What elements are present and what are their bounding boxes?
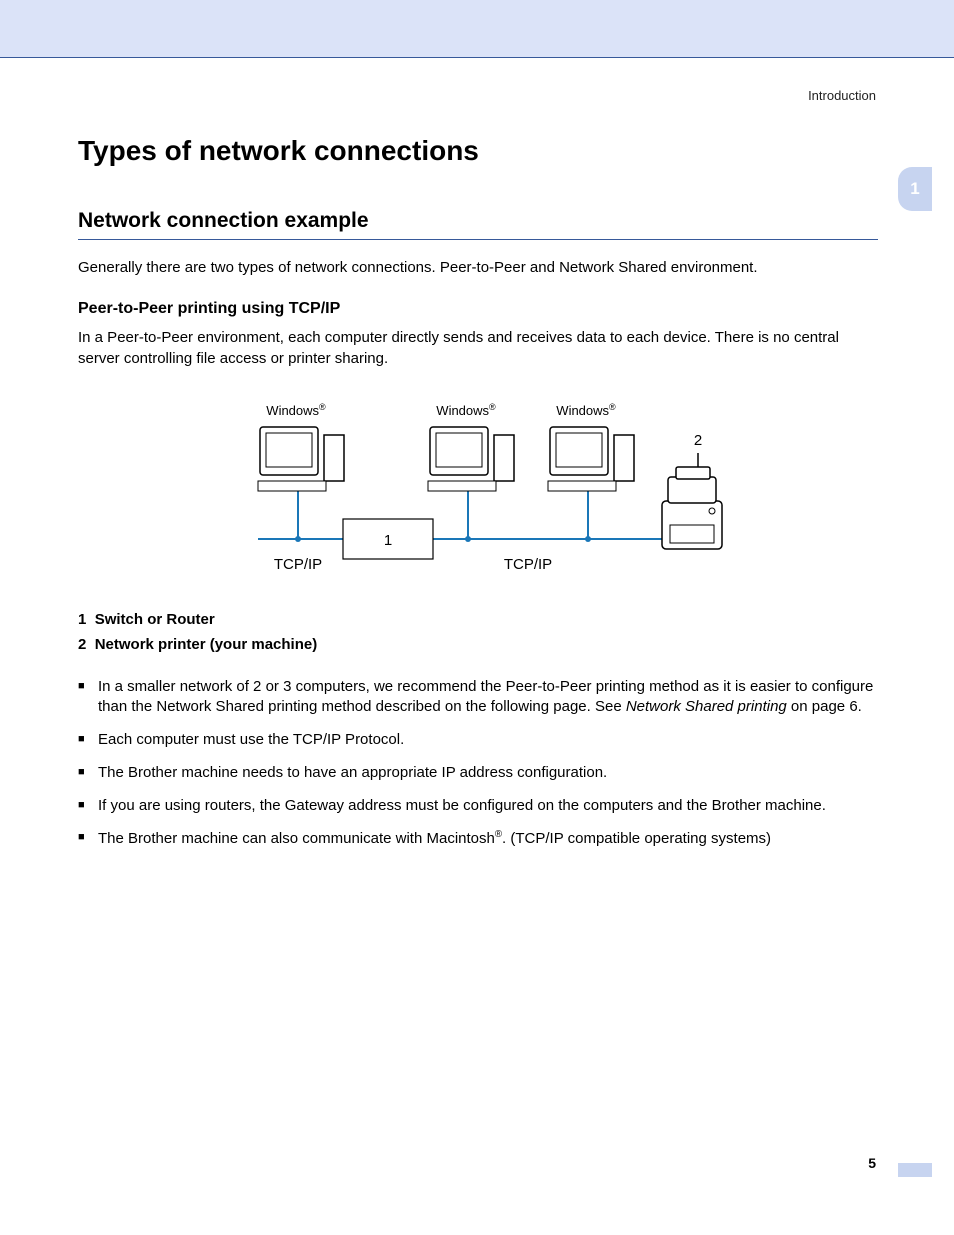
list-item: The Brother machine needs to have an app…: [78, 763, 878, 784]
printer-callout: 2: [694, 432, 702, 449]
page-number: 5: [868, 1155, 876, 1171]
intro-paragraph: Generally there are two types of network…: [78, 258, 878, 278]
page-title: Types of network connections: [78, 135, 878, 167]
subsection-title: Network connection example: [78, 209, 878, 240]
svg-text:TCP/IP: TCP/IP: [504, 556, 552, 573]
svg-text:Windows®: Windows®: [556, 402, 616, 418]
chapter-tab: 1: [898, 167, 932, 211]
diagram-svg: 1 2: [228, 391, 728, 591]
list-item: Each computer must use the TCP/IP Protoc…: [78, 730, 878, 751]
printer-icon: [662, 467, 722, 549]
list-item: The Brother machine can also communicate…: [78, 828, 878, 850]
list-item: In a smaller network of 2 or 3 computers…: [78, 677, 878, 718]
router-callout: 1: [384, 532, 392, 549]
legend-1: 1 Switch or Router: [78, 611, 878, 628]
list-item: If you are using routers, the Gateway ad…: [78, 796, 878, 817]
bullet-list: In a smaller network of 2 or 3 computers…: [78, 677, 878, 850]
svg-text:TCP/IP: TCP/IP: [274, 556, 322, 573]
computer-icon: [428, 427, 514, 491]
legend-2: 2 Network printer (your machine): [78, 636, 878, 653]
svg-text:Windows®: Windows®: [266, 402, 326, 418]
computer-icon: [258, 427, 344, 491]
footer-accent: [898, 1163, 932, 1177]
page-content: Types of network connections Network con…: [78, 135, 878, 862]
computer-icon: [548, 427, 634, 491]
section-body: In a Peer-to-Peer environment, each comp…: [78, 328, 878, 369]
section-heading: Peer-to-Peer printing using TCP/IP: [78, 300, 878, 318]
network-diagram: 1 2: [228, 391, 728, 591]
header-band: [0, 0, 954, 58]
header-section-label: Introduction: [808, 88, 876, 103]
svg-text:Windows®: Windows®: [436, 402, 496, 418]
